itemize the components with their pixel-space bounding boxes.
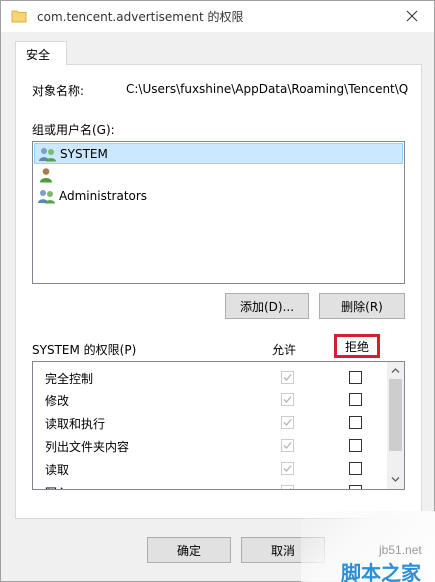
object-name-label: 对象名称:	[32, 84, 85, 98]
object-name-value: C:\Users\fuxshine\AppData\Roaming\Tencen…	[126, 82, 408, 96]
chevron-up-icon[interactable]	[391, 366, 400, 375]
permission-name: 修改	[45, 394, 70, 408]
deny-checkbox[interactable]	[349, 393, 362, 406]
table-row: 完全控制	[33, 366, 388, 388]
checkmark-icon	[283, 465, 292, 472]
allow-checkbox	[281, 462, 294, 475]
user-list[interactable]: SYSTEM Administrators	[32, 141, 405, 284]
add-button[interactable]: 添加(D)...	[225, 293, 309, 319]
allow-column-header: 允许	[272, 343, 297, 357]
deny-column-header: 拒绝	[344, 339, 369, 354]
checkmark-icon	[283, 419, 292, 426]
permissions-dialog: com.tencent.advertisement 的权限 安全 对象名称: C…	[0, 0, 435, 582]
scroll-thumb[interactable]	[389, 379, 402, 451]
user-icon	[40, 167, 52, 182]
folder-icon	[11, 10, 27, 23]
scrollbar[interactable]	[387, 362, 404, 489]
group-users-label: 组或用户名(G):	[32, 123, 115, 137]
allow-checkbox	[281, 393, 294, 406]
allow-checkbox	[281, 439, 294, 452]
allow-checkbox	[281, 485, 294, 489]
table-row: 修改	[33, 388, 388, 410]
checkmark-icon	[283, 396, 292, 403]
deny-checkbox[interactable]	[349, 371, 362, 384]
close-button[interactable]	[399, 5, 425, 27]
deny-checkbox[interactable]	[349, 462, 362, 475]
window-title: com.tencent.advertisement 的权限	[37, 10, 244, 24]
table-row: 写入	[33, 480, 388, 489]
deny-checkbox[interactable]	[349, 416, 362, 429]
permission-name: 列出文件夹内容	[45, 440, 130, 454]
permission-name: 读取	[45, 463, 70, 477]
user-name: SYSTEM	[60, 146, 108, 161]
permission-name: 完全控制	[45, 372, 94, 386]
ok-button[interactable]: 确定	[147, 537, 231, 563]
allow-checkbox	[281, 371, 294, 384]
list-item[interactable]: SYSTEM	[34, 143, 403, 164]
checkmark-icon	[289, 488, 292, 489]
allow-checkbox	[281, 416, 294, 429]
list-item[interactable]	[34, 164, 403, 185]
watermark-url: jb51.net	[379, 543, 422, 557]
list-item[interactable]: Administrators	[34, 185, 403, 206]
user-group-icon	[38, 189, 55, 203]
deny-column-header-highlight: 拒绝	[334, 334, 380, 358]
checkmark-icon	[283, 374, 292, 381]
deny-checkbox[interactable]	[349, 485, 362, 489]
title-bar: com.tencent.advertisement 的权限	[1, 1, 434, 32]
deny-checkbox[interactable]	[349, 439, 362, 452]
permission-name: 读取和执行	[45, 417, 106, 431]
table-row: 读取	[33, 457, 388, 479]
tab-security[interactable]: 安全	[15, 41, 67, 65]
checkmark-icon	[283, 442, 292, 449]
close-icon	[406, 10, 418, 22]
permission-name: 写入	[45, 484, 69, 489]
remove-button[interactable]: 删除(R)	[319, 293, 405, 319]
table-row: 列出文件夹内容	[33, 434, 388, 456]
permissions-list[interactable]: 完全控制 修改 读取和执行 列出文件夹内容 读取	[32, 361, 405, 490]
table-row: 读取和执行	[33, 411, 388, 433]
watermark-name: 脚本之家	[341, 561, 421, 582]
permissions-title: SYSTEM 的权限(P)	[32, 343, 137, 357]
chevron-down-icon[interactable]	[391, 475, 400, 484]
user-group-icon	[39, 147, 56, 161]
user-name: Administrators	[59, 188, 148, 203]
